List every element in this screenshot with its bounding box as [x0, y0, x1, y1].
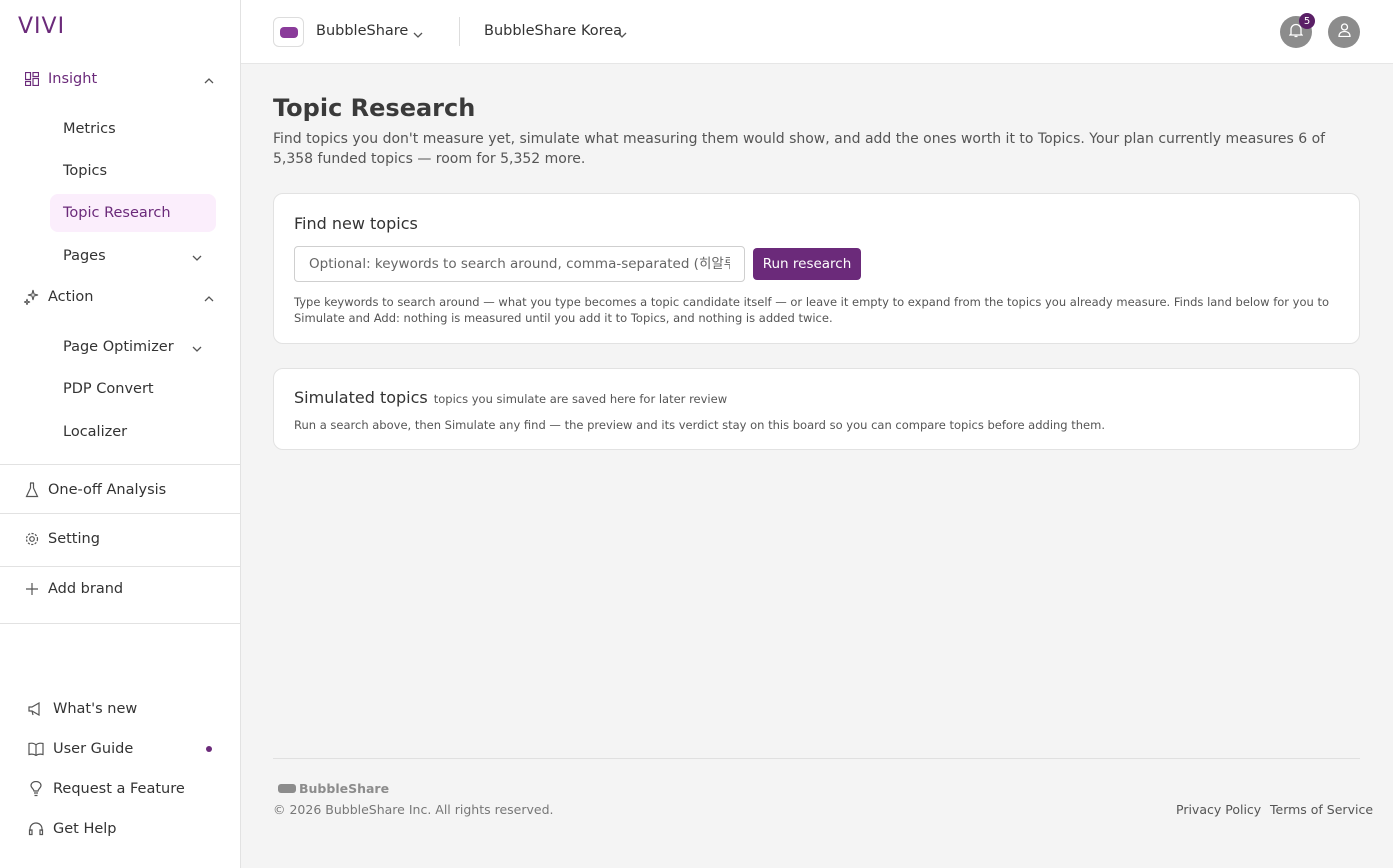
bottom-item-label: Request a Feature — [53, 781, 185, 797]
notification-badge: 5 — [1299, 13, 1315, 29]
sidebar-item-label: Metrics — [63, 121, 116, 137]
sidebar-item-label: PDP Convert — [63, 381, 154, 397]
sidebar-item-localizer[interactable]: Localizer — [50, 413, 216, 451]
brand-mark — [279, 26, 298, 38]
chevron-down-icon[interactable] — [617, 27, 627, 43]
nav-group-insight[interactable]: Insight — [0, 61, 240, 97]
sidebar-item-topic-research[interactable]: Topic Research — [50, 194, 216, 232]
sidebar-item-label: Page Optimizer — [63, 339, 174, 355]
card-title: Simulated topics — [294, 388, 428, 407]
unread-dot — [206, 746, 212, 752]
nav-add-brand[interactable]: Add brand — [0, 571, 240, 607]
sidebar-item-label: Topic Research — [63, 205, 171, 221]
sidebar-item-page-optimizer[interactable]: Page Optimizer — [50, 328, 216, 366]
sidebar-item-label: Localizer — [63, 424, 128, 440]
nav-group-label: Insight — [48, 71, 98, 87]
top-bar: BubbleShare BubbleShare Korea 5 — [241, 0, 1393, 64]
card-title: Find new topics — [294, 214, 418, 233]
bottom-item-label: User Guide — [53, 741, 134, 757]
nav-label: Setting — [48, 531, 100, 547]
nav-group-label: Action — [48, 289, 94, 305]
get-help-link[interactable]: Get Help — [28, 815, 228, 843]
sidebar-item-label: Pages — [63, 248, 106, 264]
footer-logo: BubbleShare — [278, 781, 389, 796]
nav-one-off-analysis[interactable]: One-off Analysis — [0, 472, 240, 508]
nav-label: Add brand — [48, 581, 124, 597]
region-selector[interactable]: BubbleShare Korea — [484, 23, 622, 39]
sidebar-item-pdp-convert[interactable]: PDP Convert — [50, 370, 216, 408]
card-title-row: Simulated topics topics you simulate are … — [294, 388, 727, 407]
chevron-down-icon[interactable] — [413, 27, 423, 43]
headset-icon — [28, 821, 44, 837]
brand-logo[interactable] — [273, 17, 304, 47]
plus-icon — [24, 581, 40, 597]
request-feature-link[interactable]: Request a Feature — [28, 775, 228, 803]
gear-icon — [24, 531, 40, 547]
sidebar-item-pages[interactable]: Pages — [50, 237, 216, 275]
divider — [0, 623, 240, 624]
app-logo[interactable]: VIVI — [18, 14, 65, 39]
footer-logo-text: BubbleShare — [299, 781, 390, 796]
divider — [459, 17, 460, 46]
chevron-up-icon — [204, 73, 214, 89]
nav-setting[interactable]: Setting — [0, 521, 240, 557]
footer-logo-mark — [278, 784, 296, 793]
bottom-item-label: What's new — [53, 701, 138, 717]
sparkle-icon — [24, 289, 40, 305]
chevron-up-icon — [204, 291, 214, 307]
brand-selector[interactable]: BubbleShare — [316, 23, 408, 39]
nav-group-action[interactable]: Action — [0, 279, 240, 315]
book-icon — [28, 741, 44, 757]
terms-of-service-link[interactable]: Terms of Service — [1270, 802, 1373, 817]
page-title: Topic Research — [273, 94, 476, 122]
copyright: © 2026 BubbleShare Inc. All rights reser… — [273, 802, 554, 817]
page-description: Find topics you don't measure yet, simul… — [273, 131, 1326, 167]
bottom-item-label: Get Help — [53, 821, 117, 837]
sidebar-item-metrics[interactable]: Metrics — [50, 110, 216, 148]
divider — [0, 464, 240, 465]
find-topics-card: Find new topics Run research Type keywor… — [273, 193, 1360, 344]
run-research-button[interactable]: Run research — [753, 248, 861, 280]
footer-divider — [273, 758, 1360, 759]
profile-button[interactable] — [1328, 16, 1360, 48]
divider — [0, 513, 240, 514]
user-guide-link[interactable]: User Guide — [28, 735, 228, 763]
chevron-down-icon — [192, 341, 202, 357]
chevron-down-icon — [192, 250, 202, 266]
sidebar: VIVI Insight Metrics Topics Topic Resear… — [0, 0, 241, 868]
lightbulb-icon — [28, 781, 44, 797]
divider — [0, 566, 240, 567]
megaphone-icon — [28, 701, 44, 717]
help-text: Type keywords to search around — what yo… — [294, 295, 1330, 325]
flask-icon — [24, 482, 40, 498]
simulated-topics-card: Simulated topics topics you simulate are … — [273, 368, 1360, 450]
empty-state-text: Run a search above, then Simulate any fi… — [294, 418, 1105, 432]
user-icon — [1337, 23, 1351, 41]
whats-new-link[interactable]: What's new — [28, 695, 228, 723]
privacy-policy-link[interactable]: Privacy Policy — [1176, 802, 1261, 817]
sidebar-item-label: Topics — [63, 163, 108, 179]
nav-label: One-off Analysis — [48, 482, 167, 498]
keywords-input[interactable] — [294, 246, 745, 282]
sidebar-item-topics[interactable]: Topics — [50, 152, 216, 190]
grid-icon — [24, 71, 40, 87]
card-subtitle: topics you simulate are saved here for l… — [433, 392, 728, 406]
